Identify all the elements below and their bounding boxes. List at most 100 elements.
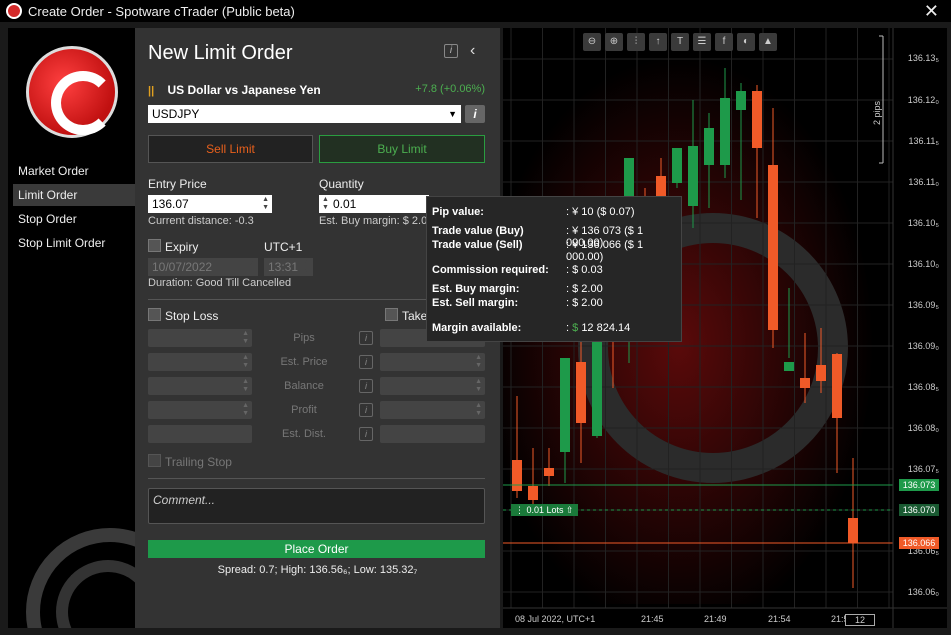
tp-dist-field[interactable] bbox=[380, 425, 485, 443]
sl-dist-field[interactable] bbox=[148, 425, 252, 443]
spread-info: Spread: 0.7; High: 136.56₆; Low: 135.32₇ bbox=[217, 564, 418, 576]
time-tick: 21:54 bbox=[768, 614, 791, 624]
expiry-time-input[interactable]: 13:31 ▲ ▼ bbox=[264, 258, 313, 276]
spinner-icon[interactable]: ▲ ▼ bbox=[475, 378, 482, 394]
est-buy-margin: Est. Buy margin: $ 2.00 bbox=[319, 215, 434, 227]
candle-body bbox=[688, 146, 698, 206]
tt-amount: 12 824.14 bbox=[581, 322, 631, 334]
spinner-icon[interactable]: ▲ ▼ bbox=[242, 354, 249, 370]
candle-body bbox=[816, 365, 826, 381]
expiry-time-value: 13:31 bbox=[268, 260, 299, 274]
tt-currency: $ bbox=[572, 322, 579, 334]
ask-price-badge: 136.073 bbox=[899, 479, 939, 491]
sl-price-field[interactable]: ▲ ▼ bbox=[148, 353, 252, 371]
info-icon[interactable]: i bbox=[359, 355, 373, 369]
expiry-checkbox[interactable] bbox=[148, 239, 161, 252]
fb-icon[interactable]: f bbox=[715, 33, 733, 51]
info-icon[interactable]: i bbox=[359, 427, 373, 441]
lightning-icon[interactable]: ◐ bbox=[737, 33, 755, 51]
candle-body bbox=[592, 338, 602, 436]
nav-stop-limit-order[interactable]: Stop Limit Order bbox=[8, 232, 135, 254]
row-label-est-dist: Est. Dist. bbox=[281, 428, 326, 440]
tp-price-field[interactable]: ▲ ▼ bbox=[380, 353, 485, 371]
scroll-badge[interactable]: 12 bbox=[845, 614, 875, 626]
candle-body bbox=[560, 358, 570, 452]
comment-textarea[interactable]: Comment... bbox=[148, 488, 485, 524]
tp-balance-field[interactable]: ▲ ▼ bbox=[380, 377, 485, 395]
sell-limit-button[interactable]: Sell Limit bbox=[148, 135, 313, 163]
entry-price-input[interactable]: 136.07 ▲ ▼ bbox=[148, 195, 272, 213]
spinner-icon[interactable]: ▲ ▼ bbox=[242, 402, 249, 418]
buy-limit-button[interactable]: Buy Limit bbox=[319, 135, 485, 163]
symbol-info-button[interactable]: i bbox=[465, 105, 485, 123]
pause-icon[interactable]: || bbox=[148, 85, 154, 97]
nav-stop-order[interactable]: Stop Order bbox=[8, 208, 135, 230]
candle-body bbox=[832, 354, 842, 418]
spinner-icon[interactable]: ▲ ▼ bbox=[242, 378, 249, 394]
trailing-stop-checkbox[interactable] bbox=[148, 454, 161, 467]
symbol-select[interactable]: USDJPY ▼ bbox=[148, 105, 461, 123]
order-type-nav: Market Order Limit Order Stop Order Stop… bbox=[8, 160, 135, 256]
entry-price-value: 136.07 bbox=[152, 197, 189, 211]
spinner-icon[interactable]: ▲ ▼ bbox=[322, 196, 329, 212]
divider bbox=[148, 478, 485, 479]
zoom-in-icon[interactable]: ⊕ bbox=[605, 33, 623, 51]
spinner-icon[interactable]: ▲ ▼ bbox=[475, 402, 482, 418]
window-titlebar: Create Order - Spotware cTrader (Public … bbox=[0, 0, 951, 22]
quantity-value: 0.01 bbox=[333, 197, 357, 211]
lots-label: 0.01 Lots bbox=[526, 505, 564, 515]
symbol-name: US Dollar vs Japanese Yen bbox=[167, 83, 321, 97]
row-label-profit: Profit bbox=[291, 404, 317, 416]
tt-key: Trade value (Buy) bbox=[432, 225, 524, 237]
candle-type-icon[interactable]: ⫶ bbox=[627, 33, 645, 51]
checklist-icon[interactable]: ☰ bbox=[693, 33, 711, 51]
ctrader-watermark-logo bbox=[16, 518, 136, 628]
tt-key: Pip value: bbox=[432, 206, 484, 218]
place-order-button[interactable]: Place Order bbox=[148, 540, 485, 558]
close-icon[interactable]: ✕ bbox=[924, 1, 939, 22]
symbol-change: +7.8 (+0.06%) bbox=[415, 83, 485, 95]
spinner-icon[interactable]: ▲ ▼ bbox=[303, 259, 310, 275]
info-icon[interactable]: i bbox=[359, 403, 373, 417]
pips-label: 2 pips bbox=[871, 100, 882, 126]
price-tick: 136.09₀ bbox=[907, 341, 939, 351]
expiry-date-select[interactable]: 10/07/2022 ▼ bbox=[148, 258, 258, 276]
tt-key: Est. Sell margin: bbox=[432, 297, 519, 309]
candle-body bbox=[704, 128, 714, 165]
price-tick: 136.07₅ bbox=[907, 464, 939, 474]
tt-key: Commission required: bbox=[432, 264, 549, 276]
ctrader-icon[interactable]: ▲ bbox=[759, 33, 777, 51]
spinner-icon[interactable]: ▲ ▼ bbox=[262, 196, 269, 212]
candle-body bbox=[672, 148, 682, 183]
sl-balance-field[interactable]: ▲ ▼ bbox=[148, 377, 252, 395]
quantity-input[interactable]: ▲ ▼ 0.01 bbox=[319, 195, 429, 213]
price-tick: 136.06₀ bbox=[907, 587, 939, 597]
sl-profit-field[interactable]: ▲ ▼ bbox=[148, 401, 252, 419]
spinner-icon[interactable]: ▲ ▼ bbox=[242, 330, 249, 346]
indicators-icon[interactable]: ↑ bbox=[649, 33, 667, 51]
info-icon[interactable]: i bbox=[359, 331, 373, 345]
candle-body bbox=[768, 165, 778, 330]
candle-body bbox=[512, 460, 522, 491]
zoom-out-icon[interactable]: ⊖ bbox=[583, 33, 601, 51]
timeframe-icon[interactable]: T bbox=[671, 33, 689, 51]
spinner-icon[interactable]: ▲ ▼ bbox=[475, 354, 482, 370]
chevron-down-icon: ▼ bbox=[246, 257, 255, 267]
price-tick: 136.10₅ bbox=[907, 218, 939, 228]
stop-loss-checkbox[interactable] bbox=[148, 308, 161, 321]
take-profit-checkbox[interactable] bbox=[385, 308, 398, 321]
sl-pips-field[interactable]: ▲ ▼ bbox=[148, 329, 252, 347]
time-tick: 21:45 bbox=[641, 614, 664, 624]
chevron-left-icon[interactable]: ‹ bbox=[470, 42, 475, 60]
tt-value: : ¥ 136 066 ($ 1 000.00) bbox=[566, 239, 644, 263]
nav-limit-order[interactable]: Limit Order bbox=[13, 184, 135, 206]
trailing-stop-label: Trailing Stop bbox=[165, 455, 232, 469]
lots-badge[interactable]: ⋮ 0.01 Lots ⇧ bbox=[511, 504, 578, 516]
tp-profit-field[interactable]: ▲ ▼ bbox=[380, 401, 485, 419]
nav-market-order[interactable]: Market Order bbox=[8, 160, 135, 182]
price-tick: 136.11₅ bbox=[908, 136, 940, 146]
info-icon[interactable]: i bbox=[444, 44, 458, 58]
candle-body bbox=[784, 362, 794, 371]
info-icon[interactable]: i bbox=[359, 379, 373, 393]
order-price-badge[interactable]: 136.070 bbox=[899, 504, 939, 516]
